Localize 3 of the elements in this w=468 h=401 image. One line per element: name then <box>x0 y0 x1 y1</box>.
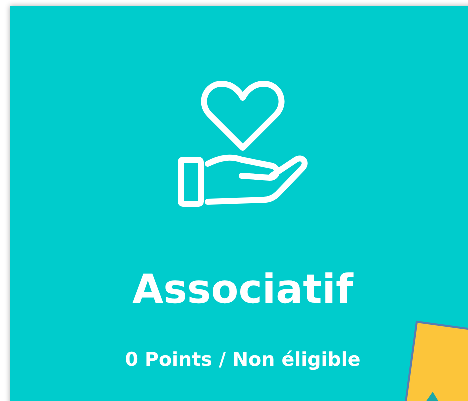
category-card[interactable]: Associatif 0 Points / Non éligible <box>10 6 468 401</box>
card-title: Associatif <box>132 266 354 314</box>
points-status: 0 Points / Non éligible <box>125 348 361 372</box>
